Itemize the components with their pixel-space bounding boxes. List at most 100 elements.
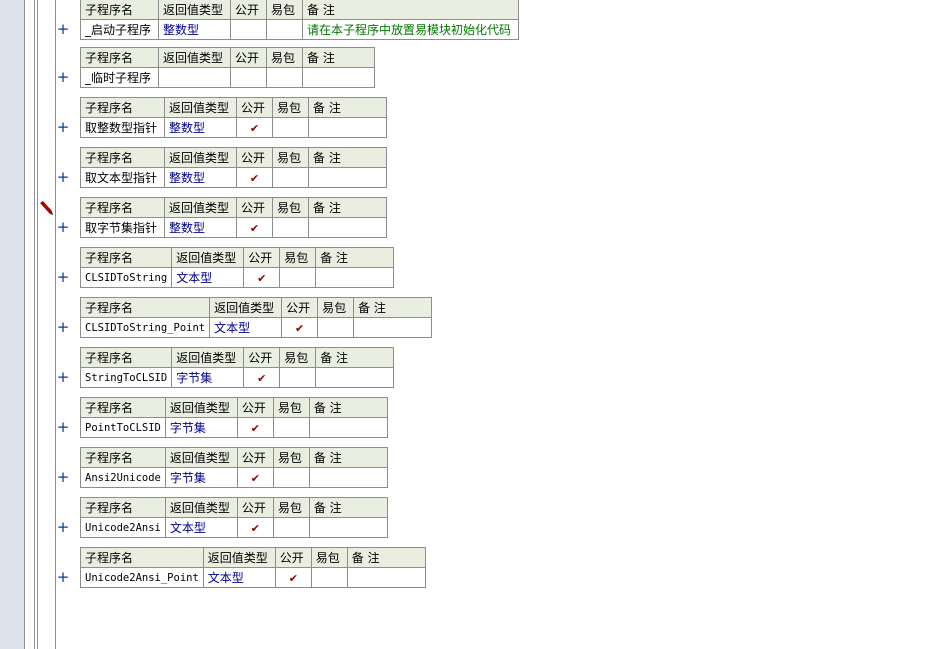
expand-icon[interactable]: + xyxy=(56,22,70,37)
public-cell[interactable]: ✔ xyxy=(281,317,319,338)
return-type-cell[interactable]: 文本型 xyxy=(164,517,238,538)
procedure-name-cell[interactable]: _临时子程序 xyxy=(80,67,159,88)
remark-cell[interactable] xyxy=(315,367,395,388)
remark-cell[interactable] xyxy=(308,117,387,138)
remark-cell[interactable] xyxy=(353,317,433,338)
header-remark: 备 注 xyxy=(302,47,375,68)
remark-cell[interactable] xyxy=(315,267,395,288)
public-cell[interactable]: ✔ xyxy=(236,417,274,438)
expand-icon[interactable]: + xyxy=(56,70,70,85)
expand-icon[interactable]: + xyxy=(56,120,70,135)
procedure-row[interactable]: PointToCLSID 字节集 ✔ xyxy=(80,417,388,438)
return-type-cell[interactable]: 整数型 xyxy=(158,19,231,40)
remark-cell[interactable] xyxy=(308,517,388,538)
public-cell[interactable] xyxy=(230,19,267,40)
procedure-name-cell[interactable]: 取整数型指针 xyxy=(80,117,165,138)
expand-icon[interactable]: + xyxy=(56,170,70,185)
easy-pack-cell[interactable] xyxy=(272,417,310,438)
easy-pack-cell[interactable] xyxy=(272,517,310,538)
checkmark-icon: ✔ xyxy=(250,471,260,485)
remark-cell[interactable] xyxy=(308,467,388,488)
procedure-row[interactable]: StringToCLSID 字节集 ✔ xyxy=(79,367,395,388)
header-remark: 备 注 xyxy=(308,497,388,518)
easy-pack-cell[interactable] xyxy=(310,567,348,588)
header-easy-pack: 易包 xyxy=(310,547,348,568)
easy-pack-cell[interactable] xyxy=(266,67,303,88)
procedure-row[interactable]: CLSIDToString 文本型 ✔ xyxy=(79,267,395,288)
procedure-header-row: 子程序名 返回值类型 公开 易包备 注 xyxy=(80,447,388,468)
header-public: 公开 xyxy=(236,197,273,218)
expand-icon[interactable]: + xyxy=(56,270,70,285)
easy-pack-cell[interactable] xyxy=(317,317,355,338)
header-remark: 备 注 xyxy=(308,397,388,418)
remark-cell[interactable] xyxy=(308,217,387,238)
procedure-name-cell[interactable]: Unicode2Ansi_Point xyxy=(80,567,204,588)
procedure-header-row: 子程序名 返回值类型 公开 易包备 注 xyxy=(80,547,426,568)
public-cell[interactable]: ✔ xyxy=(236,117,273,138)
procedure-row[interactable]: Unicode2Ansi_Point 文本型 ✔ xyxy=(80,567,426,588)
header-name: 子程序名 xyxy=(80,197,165,218)
procedure-row[interactable]: 取文本型指针 整数型 ✔ xyxy=(80,167,387,188)
public-cell[interactable]: ✔ xyxy=(236,517,274,538)
expand-icon[interactable]: + xyxy=(56,370,70,385)
remark-cell[interactable] xyxy=(308,417,388,438)
easy-pack-cell[interactable] xyxy=(272,167,309,188)
procedure-row[interactable]: Ansi2Unicode 字节集 ✔ xyxy=(80,467,388,488)
public-cell[interactable] xyxy=(230,67,267,88)
return-type-cell[interactable] xyxy=(158,67,231,88)
easy-pack-cell[interactable] xyxy=(279,267,317,288)
return-type-cell[interactable]: 整数型 xyxy=(164,167,237,188)
easy-pack-cell[interactable] xyxy=(272,117,309,138)
procedure-name-cell[interactable]: PointToCLSID xyxy=(80,417,166,438)
return-type-cell[interactable]: 字节集 xyxy=(171,367,245,388)
header-public: 公开 xyxy=(230,47,267,68)
procedure-name-cell[interactable]: CLSIDToString xyxy=(79,267,173,288)
return-type-cell[interactable]: 整数型 xyxy=(164,217,237,238)
expand-icon[interactable]: + xyxy=(56,320,70,335)
expand-icon[interactable]: + xyxy=(56,520,70,535)
procedure-name-cell[interactable]: CLSIDToString_Point xyxy=(79,317,211,338)
header-name: 子程序名 xyxy=(79,347,173,368)
header-public: 公开 xyxy=(236,97,273,118)
remark-cell[interactable] xyxy=(302,67,375,88)
public-cell[interactable]: ✔ xyxy=(274,567,312,588)
checkmark-icon: ✔ xyxy=(250,421,260,435)
public-cell[interactable]: ✔ xyxy=(236,467,274,488)
public-cell[interactable]: ✔ xyxy=(236,217,273,238)
procedure-row[interactable]: Unicode2Ansi 文本型 ✔ xyxy=(80,517,388,538)
return-type-cell[interactable]: 文本型 xyxy=(202,567,276,588)
public-cell[interactable]: ✔ xyxy=(243,367,281,388)
procedure-name-cell[interactable]: 取文本型指针 xyxy=(80,167,165,188)
procedure-name-cell[interactable]: Ansi2Unicode xyxy=(80,467,166,488)
return-type-cell[interactable]: 字节集 xyxy=(164,467,238,488)
public-cell[interactable]: ✔ xyxy=(243,267,281,288)
return-type-cell[interactable]: 文本型 xyxy=(209,317,283,338)
procedure-row[interactable]: _启动子程序 整数型 请在本子程序中放置易模块初始化代码 xyxy=(80,19,519,40)
expand-icon[interactable]: + xyxy=(56,220,70,235)
header-return-type: 返回值类型 xyxy=(171,247,245,268)
remark-cell[interactable] xyxy=(308,167,387,188)
procedure-name-cell[interactable]: StringToCLSID xyxy=(79,367,173,388)
procedure-row[interactable]: 取字节集指针 整数型 ✔ xyxy=(80,217,387,238)
easy-pack-cell[interactable] xyxy=(279,367,317,388)
procedure-row[interactable]: _临时子程序 xyxy=(80,67,375,88)
expand-icon[interactable]: + xyxy=(56,420,70,435)
procedure-name-cell[interactable]: Unicode2Ansi xyxy=(80,517,166,538)
header-remark: 备 注 xyxy=(308,197,387,218)
remark-cell[interactable]: 请在本子程序中放置易模块初始化代码 xyxy=(302,19,519,40)
return-type-cell[interactable]: 字节集 xyxy=(164,417,238,438)
expand-icon[interactable]: + xyxy=(56,570,70,585)
procedure-name-cell[interactable]: _启动子程序 xyxy=(80,19,159,40)
easy-pack-cell[interactable] xyxy=(266,19,303,40)
expand-icon[interactable]: + xyxy=(56,470,70,485)
public-cell[interactable]: ✔ xyxy=(236,167,273,188)
remark-cell[interactable] xyxy=(346,567,426,588)
procedure-row[interactable]: CLSIDToString_Point 文本型 ✔ xyxy=(79,317,433,338)
return-type-cell[interactable]: 整数型 xyxy=(164,117,237,138)
procedure-name-cell[interactable]: 取字节集指针 xyxy=(80,217,165,238)
header-return-type: 返回值类型 xyxy=(164,447,238,468)
return-type-cell[interactable]: 文本型 xyxy=(171,267,245,288)
easy-pack-cell[interactable] xyxy=(272,467,310,488)
procedure-row[interactable]: 取整数型指针 整数型 ✔ xyxy=(80,117,387,138)
easy-pack-cell[interactable] xyxy=(272,217,309,238)
